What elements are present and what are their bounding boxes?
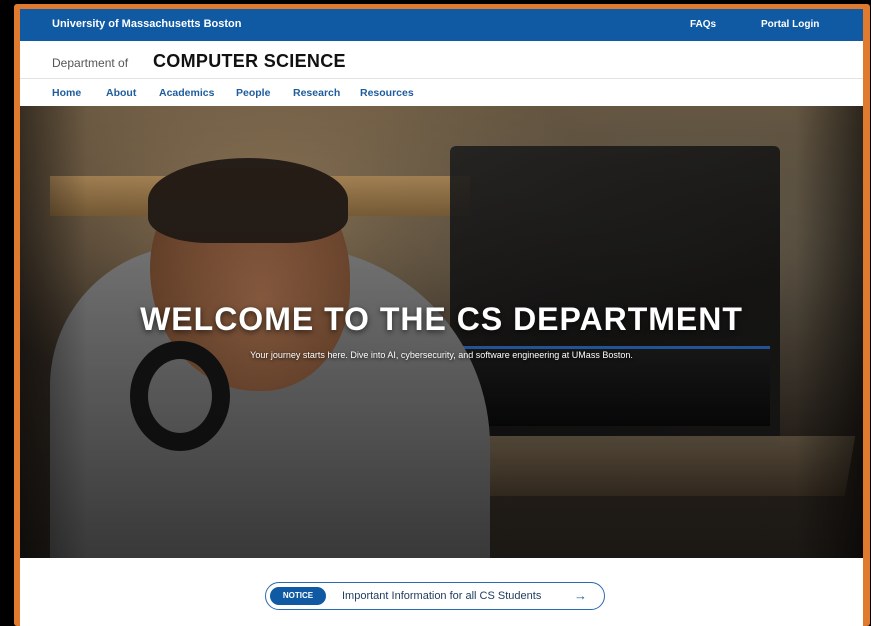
department-prefix: Department of xyxy=(52,56,129,70)
arrow-right-icon: → xyxy=(574,588,587,603)
department-header: Department of COMPUTER SCIENCE xyxy=(20,41,863,79)
main-nav: Home About Academics People Research Res… xyxy=(20,80,863,106)
nav-item-research[interactable]: Research xyxy=(293,87,340,99)
department-name[interactable]: COMPUTER SCIENCE xyxy=(153,51,346,72)
nav-item-about[interactable]: About xyxy=(106,87,136,99)
page: University of Massachusetts Boston FAQs … xyxy=(20,9,863,626)
hero-title: WELCOME TO THE CS DEPARTMENT xyxy=(140,301,743,337)
top-bar: University of Massachusetts Boston FAQs … xyxy=(20,9,863,41)
nav-item-home[interactable]: Home xyxy=(52,87,81,99)
nav-item-academics[interactable]: Academics xyxy=(159,87,214,99)
nav-item-resources[interactable]: Resources xyxy=(360,87,414,99)
faqs-link[interactable]: FAQs xyxy=(690,19,716,30)
nav-item-people[interactable]: People xyxy=(236,87,270,99)
notice-pill[interactable]: NOTICE Important Information for all CS … xyxy=(265,582,605,610)
university-name[interactable]: University of Massachusetts Boston xyxy=(52,18,242,30)
notice-badge: NOTICE xyxy=(270,587,326,605)
hero-subtitle: Your journey starts here. Dive into AI, … xyxy=(250,350,633,360)
portal-login-link[interactable]: Portal Login xyxy=(761,19,819,30)
notice-text: Important Information for all CS Student… xyxy=(342,590,542,602)
hero-banner: WELCOME TO THE CS DEPARTMENT Your journe… xyxy=(20,106,863,558)
